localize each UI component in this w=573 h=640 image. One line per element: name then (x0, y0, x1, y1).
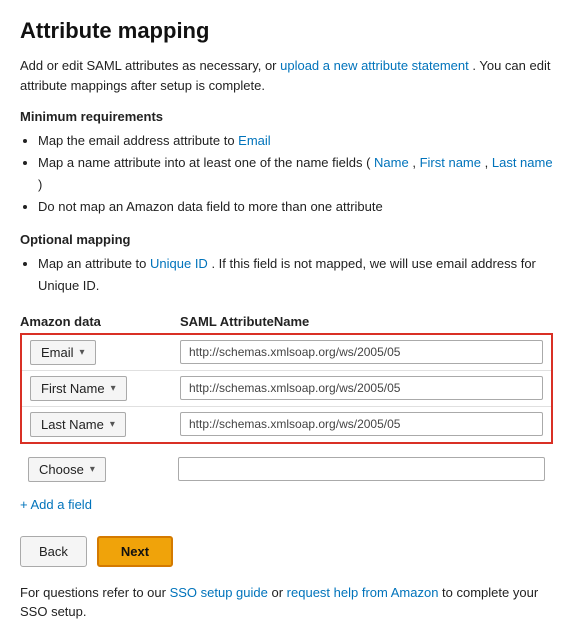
choose-row: Choose ▾ (20, 452, 553, 487)
unique-id-link[interactable]: Unique ID (150, 256, 208, 271)
saml-input-lastname[interactable] (180, 412, 543, 436)
upload-attribute-link[interactable]: upload a new attribute statement (280, 58, 469, 73)
col-header-amazon: Amazon data (20, 314, 180, 329)
requirement-item-3: Do not map an Amazon data field to more … (38, 196, 553, 218)
table-row: Email ▾ (22, 335, 551, 371)
choose-dropdown-button[interactable]: Choose ▾ (28, 457, 106, 482)
back-button[interactable]: Back (20, 536, 87, 567)
chevron-down-icon: ▾ (80, 347, 85, 358)
email-link[interactable]: Email (238, 133, 271, 148)
email-dropdown-button[interactable]: Email ▾ (30, 340, 96, 365)
optional-mapping-title: Optional mapping (20, 232, 553, 247)
chevron-down-icon: ▾ (111, 383, 116, 394)
lastname-dropdown-button[interactable]: Last Name ▾ (30, 412, 126, 437)
requirement-item-1: Map the email address attribute to Email (38, 130, 553, 152)
mapping-header: Amazon data SAML AttributeName (20, 314, 553, 329)
amazon-field-choose: Choose ▾ (28, 457, 178, 482)
highlighted-rows-container: Email ▾ First Name ▾ (20, 333, 553, 444)
saml-input-firstname[interactable] (180, 376, 543, 400)
add-field-link[interactable]: + Add a field (20, 497, 92, 512)
amazon-field-firstname: First Name ▾ (30, 376, 180, 401)
minimum-requirements-list: Map the email address attribute to Email… (38, 130, 553, 218)
last-name-link[interactable]: Last name (492, 155, 553, 170)
requirement-item-2: Map a name attribute into at least one o… (38, 152, 553, 196)
request-help-link[interactable]: request help from Amazon (287, 585, 439, 600)
saml-field-lastname (180, 412, 543, 436)
saml-field-email (180, 340, 543, 364)
firstname-dropdown-button[interactable]: First Name ▾ (30, 376, 127, 401)
saml-field-firstname (180, 376, 543, 400)
chevron-down-icon: ▾ (110, 419, 115, 430)
chevron-down-icon: ▾ (90, 464, 95, 475)
page-title: Attribute mapping (20, 18, 553, 44)
mapping-table: Amazon data SAML AttributeName Email ▾ F… (20, 314, 553, 487)
optional-mapping-list: Map an attribute to Unique ID . If this … (38, 253, 553, 297)
table-row: Last Name ▾ (22, 407, 551, 442)
button-row: Back Next (20, 536, 553, 567)
optional-item-1: Map an attribute to Unique ID . If this … (38, 253, 553, 297)
name-link[interactable]: Name (374, 155, 409, 170)
intro-text: Add or edit SAML attributes as necessary… (20, 56, 553, 95)
amazon-field-email: Email ▾ (30, 340, 180, 365)
sso-setup-guide-link[interactable]: SSO setup guide (170, 585, 268, 600)
saml-input-choose[interactable] (178, 457, 545, 481)
minimum-requirements-title: Minimum requirements (20, 109, 553, 124)
footer-text: For questions refer to our SSO setup gui… (20, 583, 553, 622)
amazon-field-lastname: Last Name ▾ (30, 412, 180, 437)
first-name-link[interactable]: First name (420, 155, 481, 170)
saml-field-choose (178, 457, 545, 481)
table-row: First Name ▾ (22, 371, 551, 407)
col-header-saml: SAML AttributeName (180, 314, 553, 329)
optional-mapping-section: Optional mapping Map an attribute to Uni… (20, 232, 553, 297)
next-button[interactable]: Next (97, 536, 173, 567)
saml-input-email[interactable] (180, 340, 543, 364)
